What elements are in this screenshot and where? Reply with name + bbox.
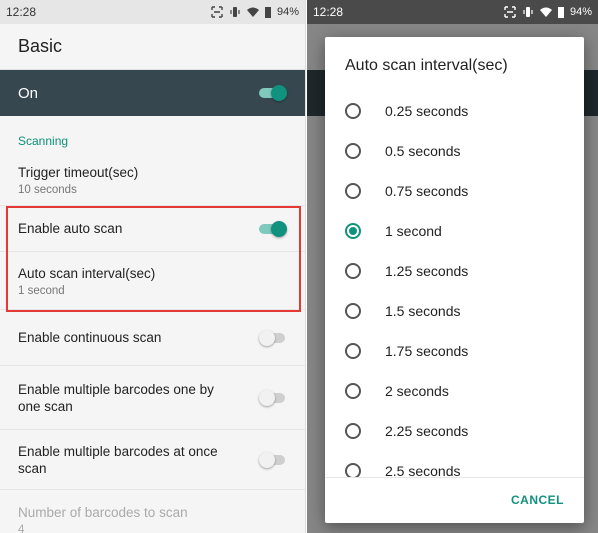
multi-at-once-toggle[interactable] [259,451,285,468]
option-label: 0.75 seconds [385,183,469,199]
item-title: Enable multiple barcodes one by one scan [18,381,214,414]
radio-button[interactable] [345,183,361,199]
option-label: 2.5 seconds [385,463,461,477]
radio-button[interactable] [345,143,361,159]
vibrate-icon [230,7,240,17]
item-summary: 4 [18,524,25,533]
option-row[interactable]: 2 seconds [325,371,584,411]
radio-button[interactable] [345,303,361,319]
trigger-timeout-item[interactable]: Trigger timeout(sec) 10 seconds [0,154,305,206]
radio-button[interactable] [345,383,361,399]
status-bar: 12:28 94% [307,0,598,24]
radio-button[interactable] [345,343,361,359]
auto-scan-toggle[interactable] [259,220,287,237]
auto-scan-interval-item[interactable]: Auto scan interval(sec) 1 second [0,252,305,310]
battery-percent: 94% [276,6,299,18]
settings-screen: 12:28 94% Basic On Scanning Trigger time… [0,0,306,533]
option-label: 1.25 seconds [385,263,469,279]
enable-auto-scan-item[interactable]: Enable auto scan [0,206,305,252]
battery-percent: 94% [569,6,592,18]
option-row[interactable]: 0.25 seconds [325,91,584,131]
multi-barcode-at-once-item[interactable]: Enable multiple barcodes at once scan [0,430,305,490]
radio-button[interactable] [345,263,361,279]
status-time: 12:28 [6,5,37,19]
radio-button[interactable] [345,423,361,439]
scanner-icon [211,6,223,18]
option-label: 2 seconds [385,383,449,399]
page-title: Basic [0,24,305,70]
master-switch-bar[interactable]: On [0,70,305,116]
option-label: 0.25 seconds [385,103,469,119]
wifi-icon [246,7,259,17]
continuous-scan-toggle[interactable] [259,329,285,346]
interval-dialog: Auto scan interval(sec) 0.25 seconds 0.5… [325,37,584,523]
section-header-scanning: Scanning [18,134,69,148]
item-title: Enable multiple barcodes at once scan [18,443,218,476]
option-row[interactable]: 2.25 seconds [325,411,584,451]
item-title: Enable auto scan [18,221,123,236]
radio-button[interactable] [345,463,361,477]
item-title: Number of barcodes to scan [18,505,188,520]
multi-one-by-one-toggle[interactable] [259,389,285,406]
option-label: 1.5 seconds [385,303,461,319]
option-row[interactable]: 1.75 seconds [325,331,584,371]
battery-icon [264,7,271,18]
option-label: 0.5 seconds [385,143,461,159]
item-title: Trigger timeout(sec) [18,164,139,180]
scanner-icon [504,6,516,18]
item-summary: 10 seconds [18,183,77,196]
option-label: 1 second [385,223,442,239]
master-switch-label: On [18,84,39,102]
radio-button[interactable] [345,103,361,119]
option-row[interactable]: 1.25 seconds [325,251,584,291]
radio-button-selected[interactable] [345,223,361,239]
option-row[interactable]: 2.5 seconds [325,451,584,477]
item-title: Enable continuous scan [18,330,162,345]
vibrate-icon [523,7,533,17]
battery-icon [557,7,564,18]
status-bar: 12:28 94% [0,0,305,24]
wifi-icon [539,7,552,17]
option-label: 2.25 seconds [385,423,469,439]
item-title: Auto scan interval(sec) [18,265,156,281]
enable-continuous-scan-item[interactable]: Enable continuous scan [0,310,305,366]
status-time: 12:28 [313,5,344,19]
option-row[interactable]: 0.5 seconds [325,131,584,171]
dialog-footer: CANCEL [325,477,584,523]
item-summary: 1 second [18,284,65,297]
option-row[interactable]: 1.5 seconds [325,291,584,331]
dialog-title: Auto scan interval(sec) [345,57,508,74]
cancel-button[interactable]: CANCEL [511,493,564,507]
option-row-selected[interactable]: 1 second [325,211,584,251]
option-label: 1.75 seconds [385,343,469,359]
number-of-barcodes-item: Number of barcodes to scan 4 [0,490,305,533]
master-toggle[interactable] [259,85,287,101]
dialog-screen: 12:28 94% Auto scan interval(sec) 0.25 s… [307,0,598,533]
multi-barcode-one-by-one-item[interactable]: Enable multiple barcodes one by one scan [0,366,305,430]
options-list[interactable]: 0.25 seconds 0.5 seconds 0.75 seconds 1 … [325,91,584,477]
option-row[interactable]: 0.75 seconds [325,171,584,211]
